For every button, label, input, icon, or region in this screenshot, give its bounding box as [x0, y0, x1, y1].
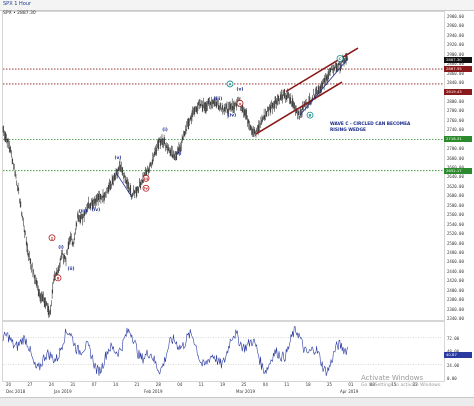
- price-tick-label: 2740.00: [447, 127, 464, 133]
- month-label: Apr 2019: [340, 389, 359, 394]
- wave-label: A: [229, 81, 232, 86]
- price-tick-label: 2420.00: [447, 278, 464, 284]
- price-tick-label: 2400.00: [447, 287, 464, 293]
- activate-windows-hint: Go to Settings to activate Windows.: [361, 383, 442, 388]
- chart-window: SPX 1 Hour SPX • 2887.30 1 ii (i) (ii) (iii)…: [0, 0, 474, 406]
- price-tick-label: 2600.00: [447, 193, 464, 199]
- wave-label: (iii): [214, 96, 223, 102]
- price-tick-label: 2800.00: [447, 98, 464, 104]
- price-tick-label: 2980.00: [447, 14, 464, 19]
- price-tick-label: 2500.00: [447, 240, 464, 246]
- price-tick-label: 2340.00: [447, 316, 464, 321]
- price-tick-label: 2380.00: [447, 297, 464, 303]
- price-level-tag: 2718.31: [444, 136, 472, 143]
- wave-c-annotation: WAVE C - CIRCLED CAN BECOMEA RISING WEDG…: [330, 122, 410, 134]
- wave-label: (iv): [92, 207, 100, 213]
- price-tick-label: 2920.00: [447, 42, 464, 48]
- price-level-tag: 2887.30: [444, 56, 472, 63]
- month-label: Feb 2019: [144, 389, 163, 394]
- wave-label: (v): [115, 155, 122, 161]
- wave-label: (v): [237, 87, 244, 93]
- wave-label: (ii): [174, 150, 181, 156]
- price-tick-label: 2700.00: [447, 146, 464, 152]
- wave-label: (ii): [67, 266, 74, 272]
- time-tick-label: 24: [48, 382, 54, 387]
- oscillator-tick-label: 72.00: [447, 335, 460, 341]
- wave-label: 1: [51, 235, 54, 240]
- activate-windows-title: Activate Windows: [361, 374, 424, 382]
- price-tick-label: 2840.00: [447, 80, 464, 86]
- price-tick-label: 2960.00: [447, 23, 464, 29]
- time-tick-label: 18: [305, 382, 311, 387]
- price-tick-label: 2640.00: [447, 174, 464, 180]
- wave-label: (iii): [79, 208, 88, 214]
- wave-b-c-line: [299, 58, 349, 116]
- time-tick-label: 04: [262, 382, 268, 387]
- time-tick-label: 04: [177, 382, 183, 387]
- wave-label: C: [339, 56, 342, 61]
- time-tick-label: 21: [134, 382, 140, 387]
- oscillator-tick-label: 0.00: [447, 376, 457, 381]
- time-tick-label: 01: [348, 382, 354, 387]
- wave-label: (i): [58, 245, 64, 251]
- wave-label: B: [309, 113, 312, 118]
- price-tick-label: 2760.00: [447, 117, 464, 123]
- time-tick-label: 14: [113, 382, 119, 387]
- wave-label: iii: [144, 176, 148, 181]
- time-tick-label: 27: [27, 382, 33, 387]
- wave-label: iv: [144, 186, 148, 191]
- time-tick-label: 31: [70, 382, 76, 387]
- wave-label: (iv): [228, 113, 236, 119]
- oscillator-level-tag: 40.87: [444, 352, 472, 358]
- price-level-tag: 2652.17: [444, 167, 472, 174]
- month-label: Dec 2018: [6, 389, 26, 394]
- time-tick-label: 28: [155, 382, 161, 387]
- price-tick-label: 2440.00: [447, 268, 464, 274]
- annotation-line-2: RISING WEDGE: [330, 128, 366, 133]
- time-tick-label: 19: [220, 382, 226, 387]
- price-tick-label: 2620.00: [447, 183, 464, 189]
- oscillator-line: [2, 325, 349, 376]
- time-tick-label: 11: [284, 382, 290, 387]
- month-label: Mar 2019: [236, 389, 255, 394]
- time-tick-label: 25: [327, 382, 333, 387]
- price-tick-label: 2580.00: [447, 202, 464, 208]
- time-tick-label: 20: [6, 382, 12, 387]
- wave-label: (i): [162, 127, 168, 133]
- wave-label: ii: [57, 275, 60, 280]
- price-tick-label: 2940.00: [447, 32, 464, 38]
- price-tick-label: 2360.00: [447, 306, 464, 312]
- month-label: Jan 2019: [54, 389, 72, 394]
- price-tick-label: 2460.00: [447, 259, 464, 265]
- chart-svg: 1 ii (i) (ii) (iii) (iv) (v) iii iv (i) (ii) (iii) (…: [2, 47, 443, 376]
- price-level-tag: 2819.43: [444, 88, 472, 95]
- time-tick-label: 07: [91, 382, 97, 387]
- price-level-tag: 2867.55: [444, 66, 472, 73]
- price-tick-label: 2680.00: [447, 155, 464, 161]
- price-axis[interactable]: 2980.00 2960.00 2940.00 2920.00 2900.00 2880.…: [444, 11, 472, 381]
- time-tick-label: 11: [198, 382, 204, 387]
- price-tick-label: 2520.00: [447, 231, 464, 237]
- time-tick-label: 25: [241, 382, 247, 387]
- price-tick-label: 2560.00: [447, 212, 464, 218]
- price-tick-label: 2480.00: [447, 249, 464, 255]
- price-tick-label: 2780.00: [447, 108, 464, 114]
- price-tick-label: 2540.00: [447, 221, 464, 227]
- oscillator-tick-label: 24.00: [447, 362, 460, 368]
